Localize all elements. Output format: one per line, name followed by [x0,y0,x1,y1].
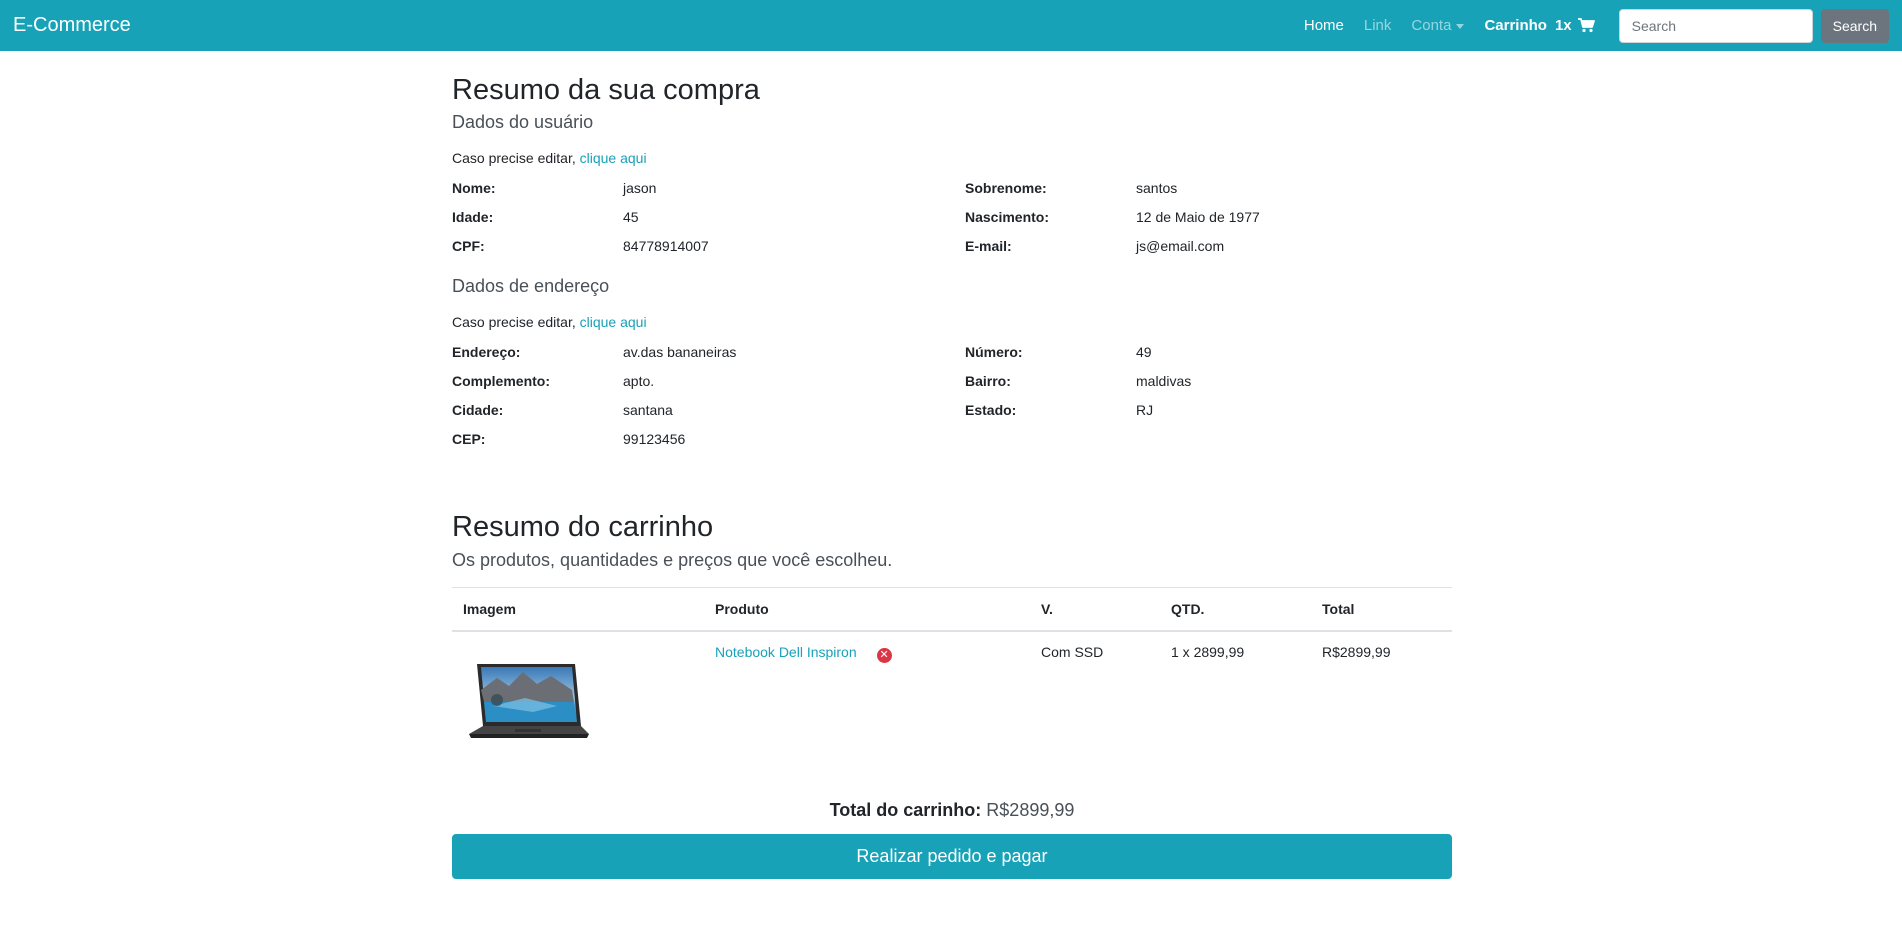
nav-account-label: Conta [1411,17,1452,34]
sobrenome-value: santos [1136,179,1178,196]
product-variant: Com SSD [1041,644,1104,661]
complemento-value: apto. [623,372,655,389]
nome-label: Nome: [452,179,496,196]
product-image-cell [452,631,704,760]
nascimento-label: Nascimento: [965,208,1050,225]
sobrenome-label: Sobrenome: [965,179,1047,196]
address-edit-prefix: Caso precise editar, [452,313,580,330]
user-data-section: Resumo da sua compra Dados do usuário Ca… [452,73,1452,261]
user-info-grid: Nome: jason Sobrenome: santos Idade: 45 … [452,174,1452,261]
idade-value: 45 [623,208,639,225]
email-label: E-mail: [965,237,1012,254]
endereco-value: av.das bananeiras [623,343,737,360]
user-edit-text: Caso precise editar, clique aqui [452,150,1452,166]
address-data-section: Dados de endereço Caso precise editar, c… [452,276,1452,454]
cep-value: 99123456 [623,430,686,447]
search-input[interactable] [1618,8,1813,43]
address-data-subtitle: Dados de endereço [452,275,610,296]
estado-label: Estado: [965,401,1017,418]
checkout-button[interactable]: Realizar pedido e pagar [452,834,1452,880]
user-edit-prefix: Caso precise editar, [452,149,580,166]
idade-label: Idade: [452,208,494,225]
complemento-label: Complemento: [452,372,550,389]
main-container: Resumo da sua compra Dados do usuário Ca… [452,51,1452,880]
shopping-cart-icon [1577,18,1595,33]
laptop-image [469,664,589,739]
cart-total: Total do carrinho: R$2899,99 [452,800,1452,821]
product-total: R$2899,99 [1322,644,1391,661]
col-total: Total [1311,586,1452,633]
cep-label: CEP: [452,430,486,447]
user-edit-link[interactable]: clique aqui [580,150,647,166]
remove-item-icon[interactable]: ✕ [876,648,892,664]
cpf-value: 84778914007 [623,237,709,254]
page-title: Resumo da sua compra [452,74,760,106]
col-variant: V. [1030,586,1160,633]
col-image: Imagem [452,586,704,633]
address-edit-text: Caso precise editar, clique aqui [452,314,1452,330]
navbar: E-Commerce Home Link Conta Carrinho 1x S… [0,0,1902,51]
nav-link-link[interactable]: Link [1354,17,1402,34]
cidade-label: Cidade: [452,401,504,418]
nav-home-link[interactable]: Home [1294,17,1354,34]
col-product: Produto [704,586,1030,633]
email-value: js@email.com [1136,237,1225,254]
chevron-down-icon [1456,23,1465,29]
table-row: Notebook Dell Inspiron ✕ Com SSD 1 x 2899… [452,631,1452,760]
address-edit-link[interactable]: clique aqui [580,314,647,330]
bairro-label: Bairro: [965,372,1011,389]
cart-title: Resumo do carrinho [452,510,714,543]
cart-total-label: Total do carrinho: [829,800,982,821]
product-link[interactable]: Notebook Dell Inspiron [715,644,857,660]
cpf-label: CPF: [452,237,485,254]
cart-subtitle: Os produtos, quantidades e preços que vo… [452,549,893,570]
cart-table-header: Imagem Produto V. QTD. Total [452,586,1452,633]
nav-cart-label: Carrinho [1484,17,1547,34]
cart-count-badge: 1x [1554,17,1572,34]
endereco-label: Endereço: [452,343,521,360]
user-data-subtitle: Dados do usuário [452,111,594,132]
cart-total-value: R$2899,99 [986,800,1075,821]
col-qty: QTD. [1160,586,1311,633]
product-qty: 1 x 2899,99 [1171,644,1245,661]
bairro-value: maldivas [1136,372,1192,389]
numero-label: Número: [965,343,1023,360]
estado-value: RJ [1136,401,1154,418]
nav-cart-link[interactable]: Carrinho 1x [1474,17,1604,34]
cart-section: Resumo do carrinho Os produtos, quantida… [452,510,1452,880]
address-info-grid: Endereço: av.das bananeiras Número: 49 C… [452,338,1452,454]
cidade-value: santana [623,401,673,418]
nascimento-value: 12 de Maio de 1977 [1136,208,1260,225]
search-button[interactable]: Search [1820,8,1889,43]
navbar-right: Home Link Conta Carrinho 1x Search [1294,0,1889,51]
product-name-cell: Notebook Dell Inspiron ✕ [704,631,1030,760]
numero-value: 49 [1136,343,1152,360]
nome-value: jason [623,179,657,196]
nav-account-dropdown[interactable]: Conta [1401,17,1474,34]
brand-logo[interactable]: E-Commerce [13,14,131,37]
cart-table: Imagem Produto V. QTD. Total Notebook De… [452,586,1452,761]
